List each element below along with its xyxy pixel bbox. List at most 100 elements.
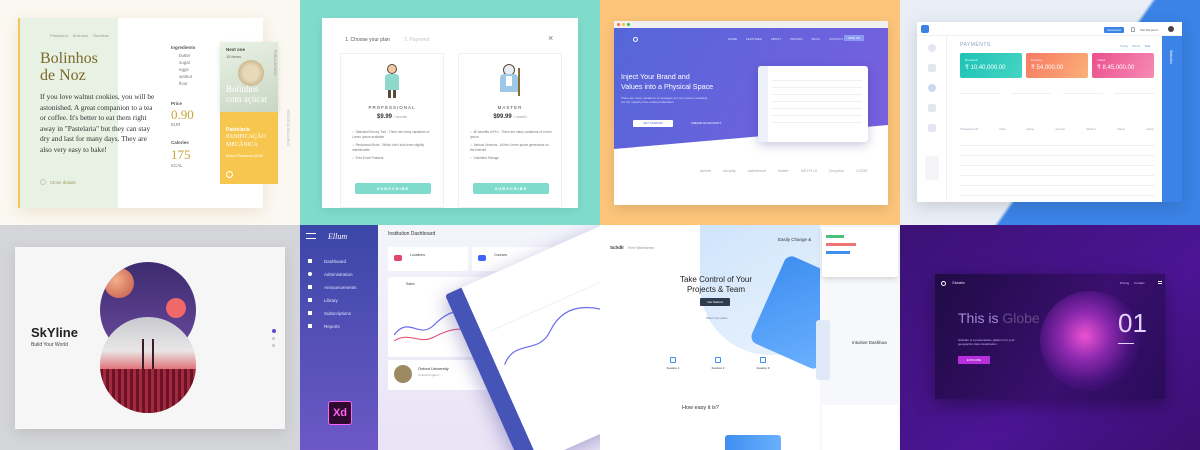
feature-item: Feature 3 — [748, 357, 778, 370]
menu-item-dashboard[interactable]: Dashboard — [308, 255, 357, 268]
slide-dot[interactable] — [272, 344, 275, 347]
nav-item[interactable]: PRICING — [790, 37, 803, 41]
column-header[interactable]: Method — [1086, 127, 1095, 131]
pending-card[interactable]: Pending ₹ 54,000.00 — [1026, 53, 1088, 78]
sidebar-payments-icon[interactable] — [928, 84, 936, 92]
breadcrumb-item[interactable]: Receitas — [93, 33, 109, 38]
received-card[interactable]: Received ₹ 10,40,000.00 — [960, 53, 1022, 78]
column-header[interactable]: Date — [999, 127, 1005, 131]
logo-strip: airbnb shopify salesforce twitter NETFLI… — [700, 168, 890, 173]
column-header[interactable]: Name — [1027, 127, 1034, 131]
close-details-link[interactable]: Close details — [50, 180, 76, 185]
stat-label: Courses — [494, 253, 508, 257]
create-account-link[interactable]: CREATE AN ACCOUNT — [684, 120, 728, 127]
nav-link[interactable]: Free Wireframes — [628, 246, 654, 250]
recipe-title: Bolinhos de Noz — [40, 50, 98, 84]
app-logo[interactable] — [921, 25, 929, 33]
locations-card[interactable]: Locations — [388, 247, 468, 271]
planet-image — [104, 268, 134, 298]
feature-item: ✓ Free Excel Praisers — [352, 156, 436, 161]
camera-icon[interactable] — [226, 171, 233, 178]
close-icon[interactable]: × — [548, 33, 553, 43]
sidebar-users-icon[interactable] — [928, 64, 936, 72]
menu-item-administration[interactable]: Administration — [308, 268, 357, 281]
calories-label: Calories — [171, 140, 189, 145]
table-row[interactable] — [960, 165, 1154, 166]
column-header[interactable]: Transaction ID — [960, 127, 978, 131]
subscribe-button[interactable]: SUBSCRIBE — [473, 183, 549, 194]
window-minimize-icon[interactable] — [622, 23, 625, 26]
nav-item[interactable]: ABOUT — [771, 37, 781, 41]
nav-item[interactable]: BLOG — [812, 37, 820, 41]
plan-features: ✓ Standard Survey Tool - There are many … — [352, 130, 436, 161]
table-row[interactable] — [960, 185, 1154, 186]
close-icon[interactable] — [40, 179, 46, 185]
breadcrumb-item[interactable]: Pastelaria — [50, 33, 68, 38]
tab-year[interactable]: Year — [1144, 44, 1150, 48]
hero-subtitle: Globalio is a presentation platform for … — [958, 338, 1015, 346]
column-header[interactable]: Amount — [1055, 127, 1065, 131]
sign-up-button[interactable]: SIGN UP — [844, 35, 864, 41]
menu-item-library[interactable]: Library — [308, 294, 357, 307]
menu-icon[interactable] — [306, 233, 316, 239]
breadcrumb-item[interactable]: Bolinhos — [73, 33, 88, 38]
skyline-subtitle: Build Your World — [31, 342, 68, 348]
menu-item-subscriptions[interactable]: Subscriptions — [308, 307, 357, 320]
step-active[interactable]: 1. Choose your plan — [345, 37, 390, 43]
table-row[interactable] — [960, 195, 1154, 196]
table-row[interactable] — [960, 145, 1154, 146]
brand-logo[interactable]: Schdlr — [610, 245, 624, 250]
ingredient-item: walnut — [179, 74, 193, 79]
right-panel-label[interactable]: Statistics — [1169, 50, 1173, 64]
sidebar-promo[interactable] — [925, 156, 939, 180]
watch-video-link[interactable]: Watch the video — [706, 316, 727, 320]
window-maximize-icon[interactable] — [627, 23, 630, 26]
user-name[interactable]: Mat Benjamin — [1140, 28, 1158, 32]
column-header[interactable]: Status — [1117, 127, 1125, 131]
category-title: PANIFICAÇÃO MECÂNICA — [226, 134, 266, 149]
table-row[interactable] — [960, 175, 1154, 176]
brand-name[interactable]: Globalio — [952, 281, 965, 285]
slide-dot-active[interactable] — [272, 329, 276, 333]
side-screen-2 — [822, 405, 898, 450]
nav-item[interactable]: FEATURES — [746, 37, 762, 41]
sidebar-settings-icon[interactable] — [928, 124, 936, 132]
master-illustration — [494, 60, 524, 100]
table-row[interactable] — [960, 155, 1154, 156]
stat-label: Locations — [410, 253, 425, 257]
get-started-button[interactable]: Get Started — [700, 298, 730, 306]
menu-icon[interactable] — [1158, 281, 1162, 284]
tab-today[interactable]: Today — [1120, 44, 1128, 48]
download-button[interactable]: Download — [1104, 27, 1124, 33]
bell-icon[interactable] — [1131, 27, 1135, 32]
subscribe-button[interactable]: SUBSCRIBE — [355, 183, 431, 194]
partner-logo: Dropbox — [829, 168, 845, 173]
nav-item[interactable]: CONTACT — [829, 37, 843, 41]
sidebar-home-icon[interactable] — [928, 44, 936, 52]
megaphone-icon — [308, 285, 312, 289]
logo-icon[interactable] — [633, 37, 638, 42]
step-inactive[interactable]: 2. Payment — [404, 37, 429, 43]
avatar[interactable] — [1168, 26, 1174, 32]
plan-price: $9.99 — [376, 114, 392, 120]
menu-item-reports[interactable]: Reports — [308, 320, 357, 333]
feature-item: Feature 2 — [703, 357, 733, 370]
nav-item[interactable]: HOME — [728, 37, 737, 41]
menu-item-label: Announcements — [324, 285, 357, 290]
nav-item[interactable]: Contact — [1134, 281, 1144, 285]
get-started-button[interactable]: GET STARTED — [633, 120, 673, 127]
explore-button[interactable]: EXPLORE — [958, 356, 990, 364]
card-label: Pending — [1031, 58, 1043, 62]
card-icon — [308, 311, 312, 315]
nav-item[interactable]: Pricing — [1120, 281, 1129, 285]
slide-dot[interactable] — [272, 337, 275, 340]
sidebar-reports-icon[interactable] — [928, 104, 936, 112]
tab-month[interactable]: Month — [1132, 44, 1140, 48]
failed-card[interactable]: Failed ₹ 8,45,000.00 — [1092, 53, 1154, 78]
menu-item-announcements[interactable]: Announcements — [308, 281, 357, 294]
ingredient-item: flour — [179, 81, 188, 86]
column-header[interactable]: Action — [1146, 127, 1154, 131]
window-close-icon[interactable] — [617, 23, 620, 26]
logo-icon[interactable] — [941, 281, 946, 286]
brand-logo[interactable]: Ellum — [328, 232, 347, 241]
